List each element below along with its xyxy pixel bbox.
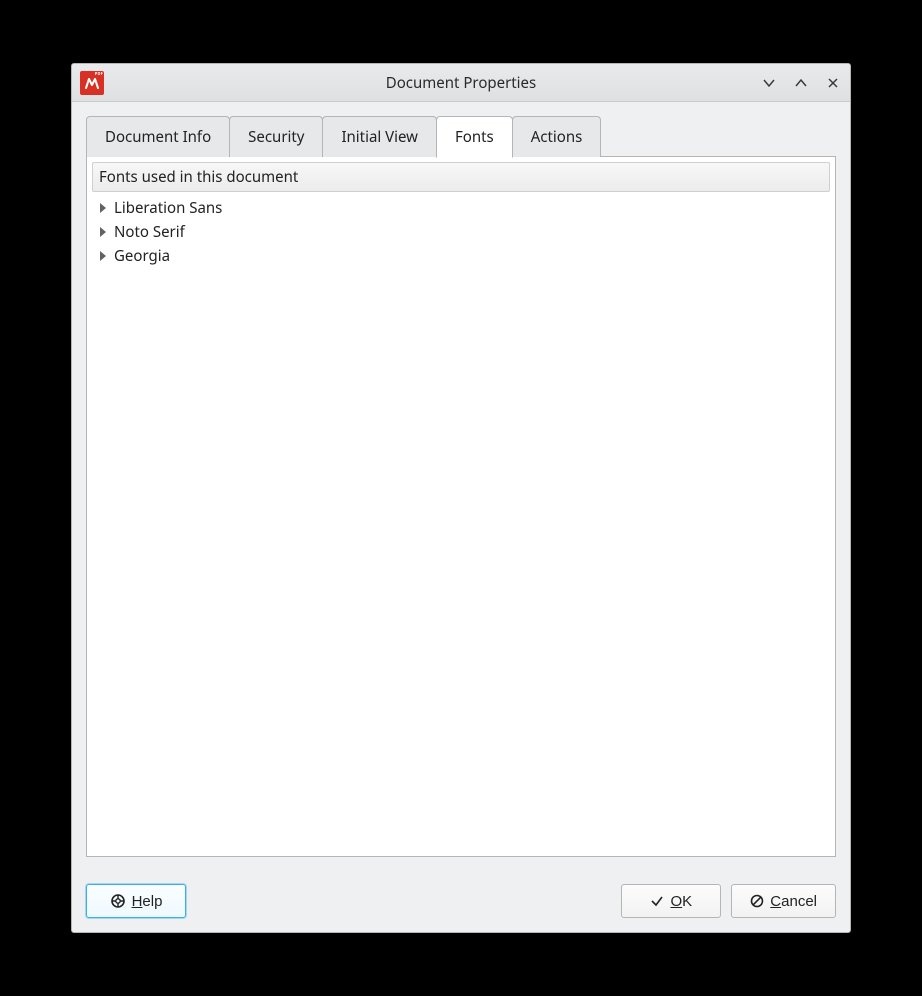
expand-icon[interactable]: [100, 203, 106, 213]
help-button[interactable]: Help: [86, 884, 186, 918]
cancel-button[interactable]: Cancel: [731, 884, 836, 918]
tab-initial-view[interactable]: Initial View: [322, 116, 437, 157]
tab-security[interactable]: Security: [229, 116, 323, 157]
titlebar-controls: [760, 74, 842, 92]
ok-button[interactable]: OK: [621, 884, 721, 918]
minimize-button[interactable]: [760, 74, 778, 92]
font-name: Noto Serif: [114, 222, 185, 242]
font-name: Georgia: [114, 246, 170, 266]
ok-button-label: OK: [670, 893, 692, 910]
chevron-up-icon: [794, 76, 808, 90]
maximize-button[interactable]: [792, 74, 810, 92]
expand-icon[interactable]: [100, 227, 106, 237]
dialog-window: PDF Document Properties Document Info Se…: [71, 63, 851, 933]
tab-actions[interactable]: Actions: [512, 116, 602, 157]
expand-icon[interactable]: [100, 251, 106, 261]
chevron-down-icon: [762, 76, 776, 90]
app-icon-badge: PDF: [95, 72, 103, 77]
font-tree-item[interactable]: Liberation Sans: [96, 196, 826, 220]
close-button[interactable]: [824, 74, 842, 92]
spacer: [196, 884, 611, 918]
tab-document-info[interactable]: Document Info: [86, 116, 230, 157]
dialog-content: Document Info Security Initial View Font…: [72, 102, 850, 872]
font-name: Liberation Sans: [114, 198, 222, 218]
help-button-label: Help: [132, 893, 163, 910]
app-icon: PDF: [80, 71, 104, 95]
tab-strip: Document Info Security Initial View Font…: [86, 116, 836, 157]
app-icon-glyph: [84, 77, 100, 89]
titlebar: PDF Document Properties: [72, 64, 850, 102]
font-tree-item[interactable]: Noto Serif: [96, 220, 826, 244]
button-bar: Help OK Cancel: [72, 872, 850, 932]
font-tree-item[interactable]: Georgia: [96, 244, 826, 268]
tab-fonts[interactable]: Fonts: [436, 116, 513, 158]
check-icon: [650, 894, 664, 908]
close-icon: [826, 76, 840, 90]
cancel-icon: [750, 894, 764, 908]
tab-panel-fonts: Fonts used in this document Liberation S…: [86, 156, 836, 857]
window-title: Document Properties: [72, 73, 850, 93]
fonts-list-header: Fonts used in this document: [92, 162, 830, 192]
cancel-button-label: Cancel: [770, 893, 817, 910]
help-icon: [110, 893, 126, 909]
fonts-tree[interactable]: Liberation Sans Noto Serif Georgia: [90, 192, 832, 853]
